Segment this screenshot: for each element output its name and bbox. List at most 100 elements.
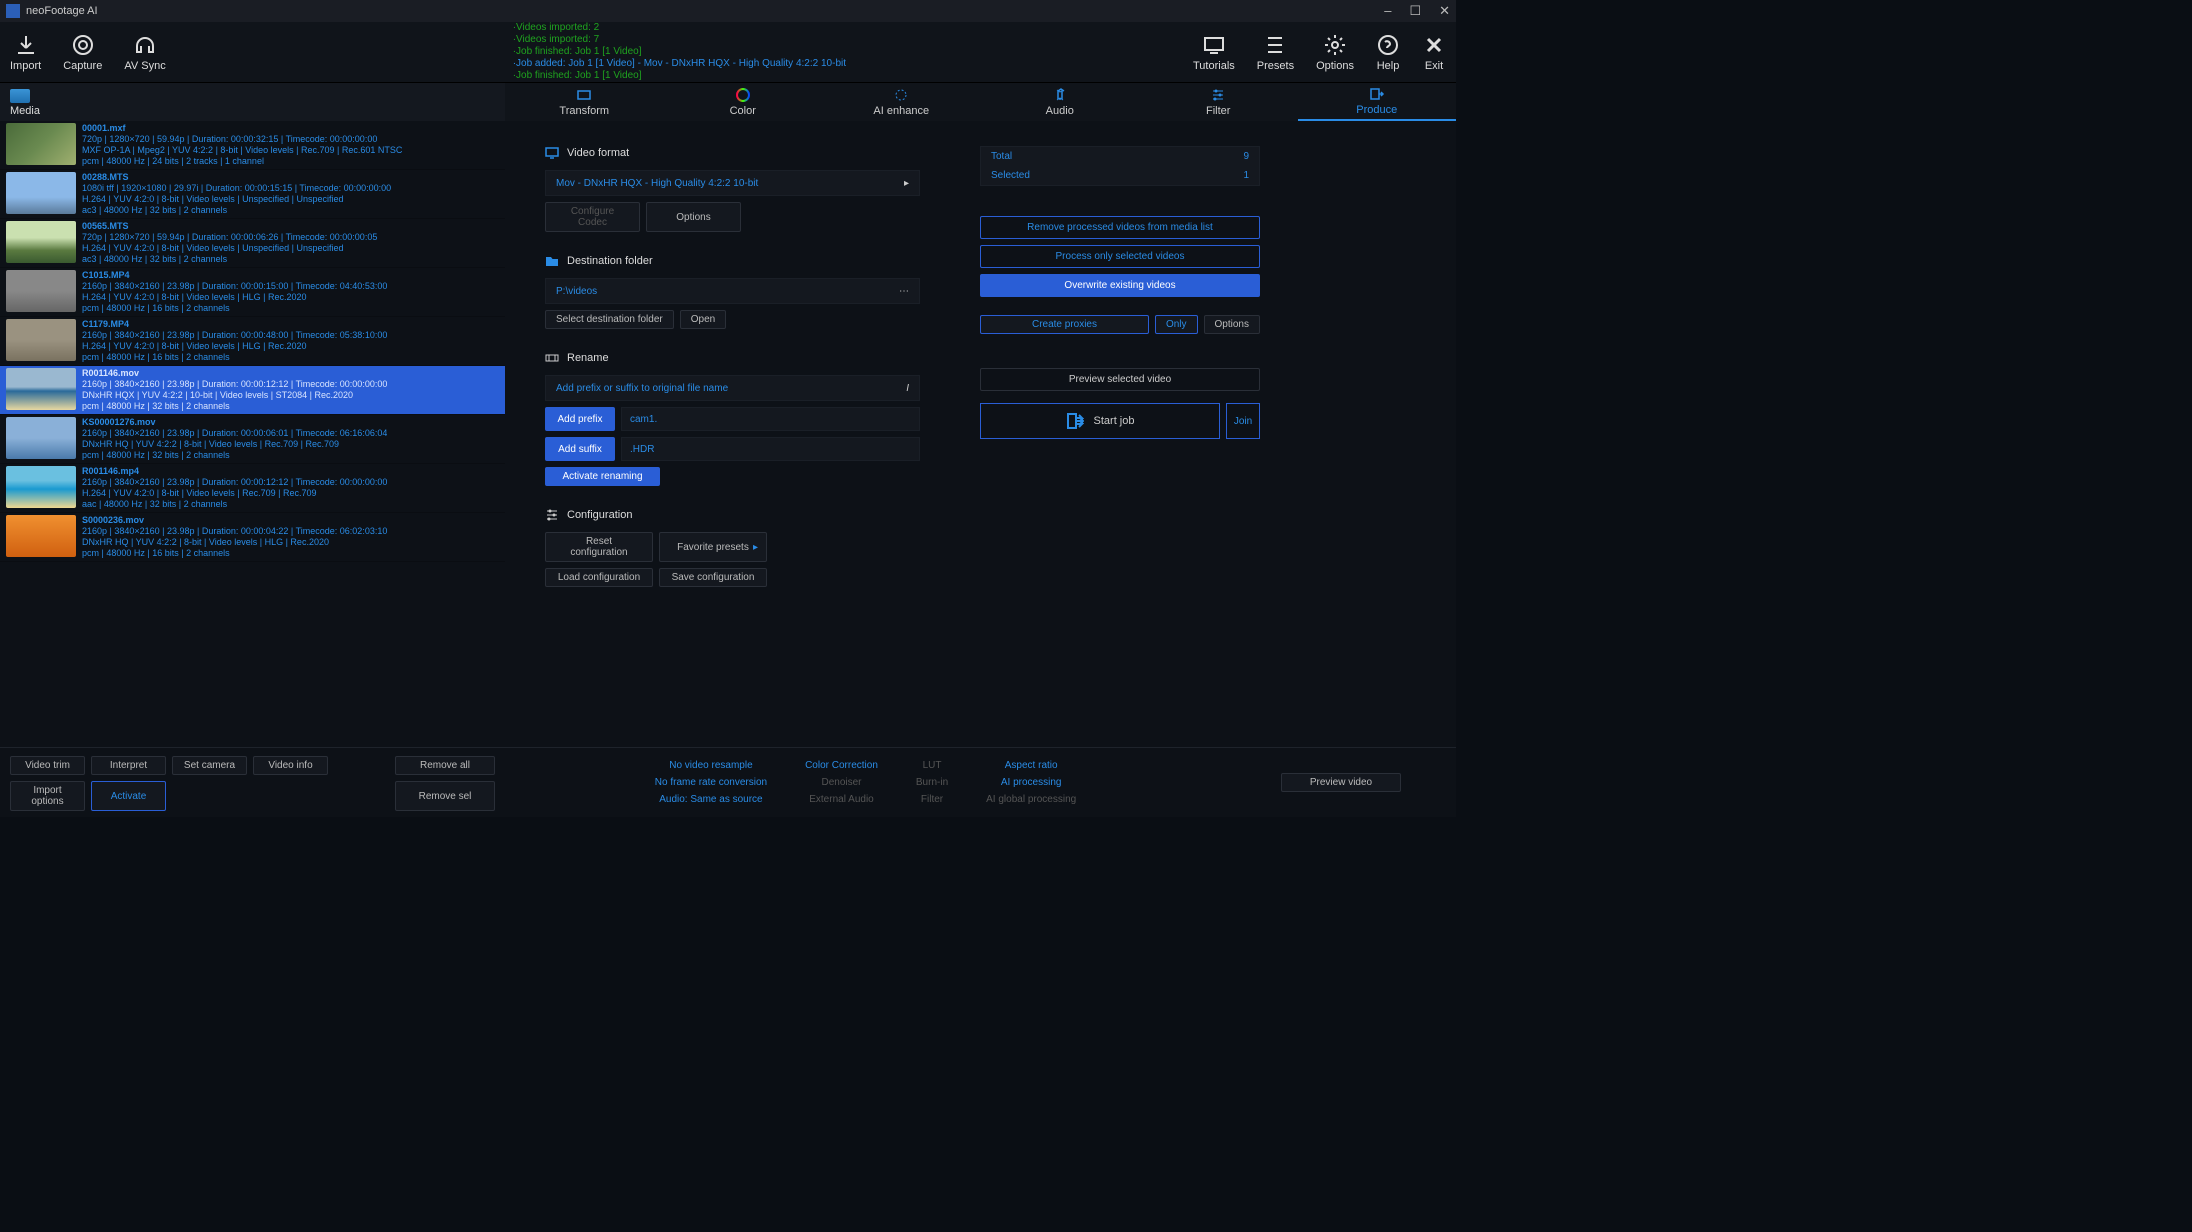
sliders-icon bbox=[545, 508, 559, 522]
set-camera-button[interactable]: Set camera bbox=[172, 756, 247, 775]
interpret-button[interactable]: Interpret bbox=[91, 756, 166, 775]
prefix-input[interactable] bbox=[621, 407, 920, 431]
rename-template-field[interactable]: Add prefix or suffix to original file na… bbox=[545, 375, 920, 401]
summary-cell: AI processing bbox=[968, 775, 1094, 790]
clip-item[interactable]: 00565.MTS720p | 1280×720 | 59.94p | Dura… bbox=[0, 219, 505, 268]
preview-video-button[interactable]: Preview video bbox=[1281, 773, 1401, 792]
text-cursor-icon: I bbox=[906, 383, 909, 394]
presets-button[interactable]: Presets bbox=[1257, 33, 1294, 72]
configure-codec-button[interactable]: Configure Codec bbox=[545, 202, 640, 232]
clip-thumbnail bbox=[6, 123, 76, 165]
remove-sel-button[interactable]: Remove sel bbox=[395, 781, 495, 811]
create-proxies-button[interactable]: Create proxies bbox=[980, 315, 1149, 334]
app-title: neoFootage AI bbox=[26, 5, 98, 17]
summary-cell: AI global processing bbox=[968, 792, 1094, 807]
clip-thumbnail bbox=[6, 417, 76, 459]
transform-icon bbox=[576, 87, 592, 103]
open-folder-button[interactable]: Open bbox=[680, 310, 726, 329]
chevron-right-icon: ▸ bbox=[904, 178, 909, 189]
clip-item[interactable]: R001146.mp42160p | 3840×2160 | 23.98p | … bbox=[0, 464, 505, 513]
total-label: Total bbox=[991, 151, 1012, 162]
options-icon bbox=[1323, 33, 1347, 57]
overwrite-existing-button[interactable]: Overwrite existing videos bbox=[980, 274, 1260, 297]
tab-filter[interactable]: Filter bbox=[1139, 83, 1298, 121]
aienhance-icon bbox=[893, 87, 909, 103]
clip-thumbnail bbox=[6, 172, 76, 214]
summary-table: No video resampleColor CorrectionLUTAspe… bbox=[635, 756, 1096, 809]
video-info-button[interactable]: Video info bbox=[253, 756, 328, 775]
close-button[interactable]: ✕ bbox=[1439, 3, 1450, 19]
video-trim-button[interactable]: Video trim bbox=[10, 756, 85, 775]
select-destination-button[interactable]: Select destination folder bbox=[545, 310, 674, 329]
tab-produce[interactable]: Produce bbox=[1298, 83, 1457, 121]
clip-item[interactable]: S0000236.mov2160p | 3840×2160 | 23.98p |… bbox=[0, 513, 505, 562]
clip-item[interactable]: C1015.MP42160p | 3840×2160 | 23.98p | Du… bbox=[0, 268, 505, 317]
configuration-header: Configuration bbox=[545, 508, 920, 522]
log-line: ·Job finished: Job 1 [1 Video] bbox=[513, 46, 846, 58]
clip-filename: R001146.mov bbox=[82, 368, 387, 379]
titlebar: neoFootage AI – ☐ ✕ bbox=[0, 0, 1456, 22]
load-config-button[interactable]: Load configuration bbox=[545, 568, 653, 587]
exit-icon bbox=[1422, 33, 1446, 57]
proxies-options-button[interactable]: Options bbox=[1204, 315, 1260, 334]
remove-all-button[interactable]: Remove all bbox=[395, 756, 495, 775]
clip-thumbnail bbox=[6, 270, 76, 312]
clip-item[interactable]: R001146.mov2160p | 3840×2160 | 23.98p | … bbox=[0, 366, 505, 415]
clip-filename: C1015.MP4 bbox=[82, 270, 387, 281]
format-options-button[interactable]: Options bbox=[646, 202, 741, 232]
activate-renaming-button[interactable]: Activate renaming bbox=[545, 467, 660, 486]
clip-item[interactable]: 00001.mxf720p | 1280×720 | 59.94p | Dura… bbox=[0, 121, 505, 170]
tab-color[interactable]: Color bbox=[664, 83, 823, 121]
summary-cell: Filter bbox=[898, 792, 966, 807]
add-prefix-button[interactable]: Add prefix bbox=[545, 407, 615, 431]
favorite-presets-button[interactable]: Favorite presets ▸ bbox=[659, 532, 767, 562]
exit-button[interactable]: Exit bbox=[1422, 33, 1446, 72]
import-options-button[interactable]: Import options bbox=[10, 781, 85, 811]
summary-cell: External Audio bbox=[787, 792, 896, 807]
produce-icon bbox=[1369, 86, 1385, 102]
preview-selected-button[interactable]: Preview selected video bbox=[980, 368, 1260, 391]
summary-cell: No frame rate conversion bbox=[637, 775, 785, 790]
summary-cell: LUT bbox=[898, 758, 966, 773]
export-icon bbox=[1066, 412, 1084, 430]
rename-icon bbox=[545, 351, 559, 365]
tutorials-icon bbox=[1202, 33, 1226, 57]
save-config-button[interactable]: Save configuration bbox=[659, 568, 767, 587]
clip-item[interactable]: KS00001276.mov2160p | 3840×2160 | 23.98p… bbox=[0, 415, 505, 464]
clip-filename: R001146.mp4 bbox=[82, 466, 387, 477]
video-format-select[interactable]: Mov - DNxHR HQX - High Quality 4:2:2 10-… bbox=[545, 170, 920, 196]
add-suffix-button[interactable]: Add suffix bbox=[545, 437, 615, 461]
minimize-button[interactable]: – bbox=[1384, 3, 1391, 19]
remove-processed-button[interactable]: Remove processed videos from media list bbox=[980, 216, 1260, 239]
options-button[interactable]: Options bbox=[1316, 33, 1354, 72]
tab-audio[interactable]: Audio bbox=[981, 83, 1140, 121]
import-button[interactable]: Import bbox=[10, 33, 41, 72]
capture-button[interactable]: Capture bbox=[63, 33, 102, 72]
process-selected-button[interactable]: Process only selected videos bbox=[980, 245, 1260, 268]
suffix-input[interactable] bbox=[621, 437, 920, 461]
main-toolbar: ImportCaptureAV Sync ·Videos imported: 2… bbox=[0, 22, 1456, 82]
media-icon bbox=[10, 89, 30, 103]
maximize-button[interactable]: ☐ bbox=[1409, 3, 1421, 19]
clip-item[interactable]: C1179.MP42160p | 3840×2160 | 23.98p | Du… bbox=[0, 317, 505, 366]
tab-transform[interactable]: Transform bbox=[505, 83, 664, 121]
start-job-button[interactable]: Start job bbox=[980, 403, 1220, 439]
join-button[interactable]: Join bbox=[1226, 403, 1260, 439]
tutorials-button[interactable]: Tutorials bbox=[1193, 33, 1235, 72]
activate-button[interactable]: Activate bbox=[91, 781, 166, 811]
clip-thumbnail bbox=[6, 368, 76, 410]
tab-aienhance[interactable]: AI enhance bbox=[822, 83, 981, 121]
chevron-right-icon: ▸ bbox=[753, 542, 758, 553]
clip-filename: C1179.MP4 bbox=[82, 319, 387, 330]
help-button[interactable]: Help bbox=[1376, 33, 1400, 72]
clip-item[interactable]: 00288.MTS1080i tff | 1920×1080 | 29.97i … bbox=[0, 170, 505, 219]
destination-path-field[interactable]: P:\videos⋯ bbox=[545, 278, 920, 304]
monitor-icon bbox=[545, 146, 559, 160]
avsync-button[interactable]: AV Sync bbox=[124, 33, 165, 72]
only-button[interactable]: Only bbox=[1155, 315, 1198, 334]
app-icon bbox=[6, 4, 20, 18]
clip-filename: 00288.MTS bbox=[82, 172, 391, 183]
clip-filename: S0000236.mov bbox=[82, 515, 387, 526]
summary-cell: Burn-in bbox=[898, 775, 966, 790]
reset-config-button[interactable]: Reset configuration bbox=[545, 532, 653, 562]
